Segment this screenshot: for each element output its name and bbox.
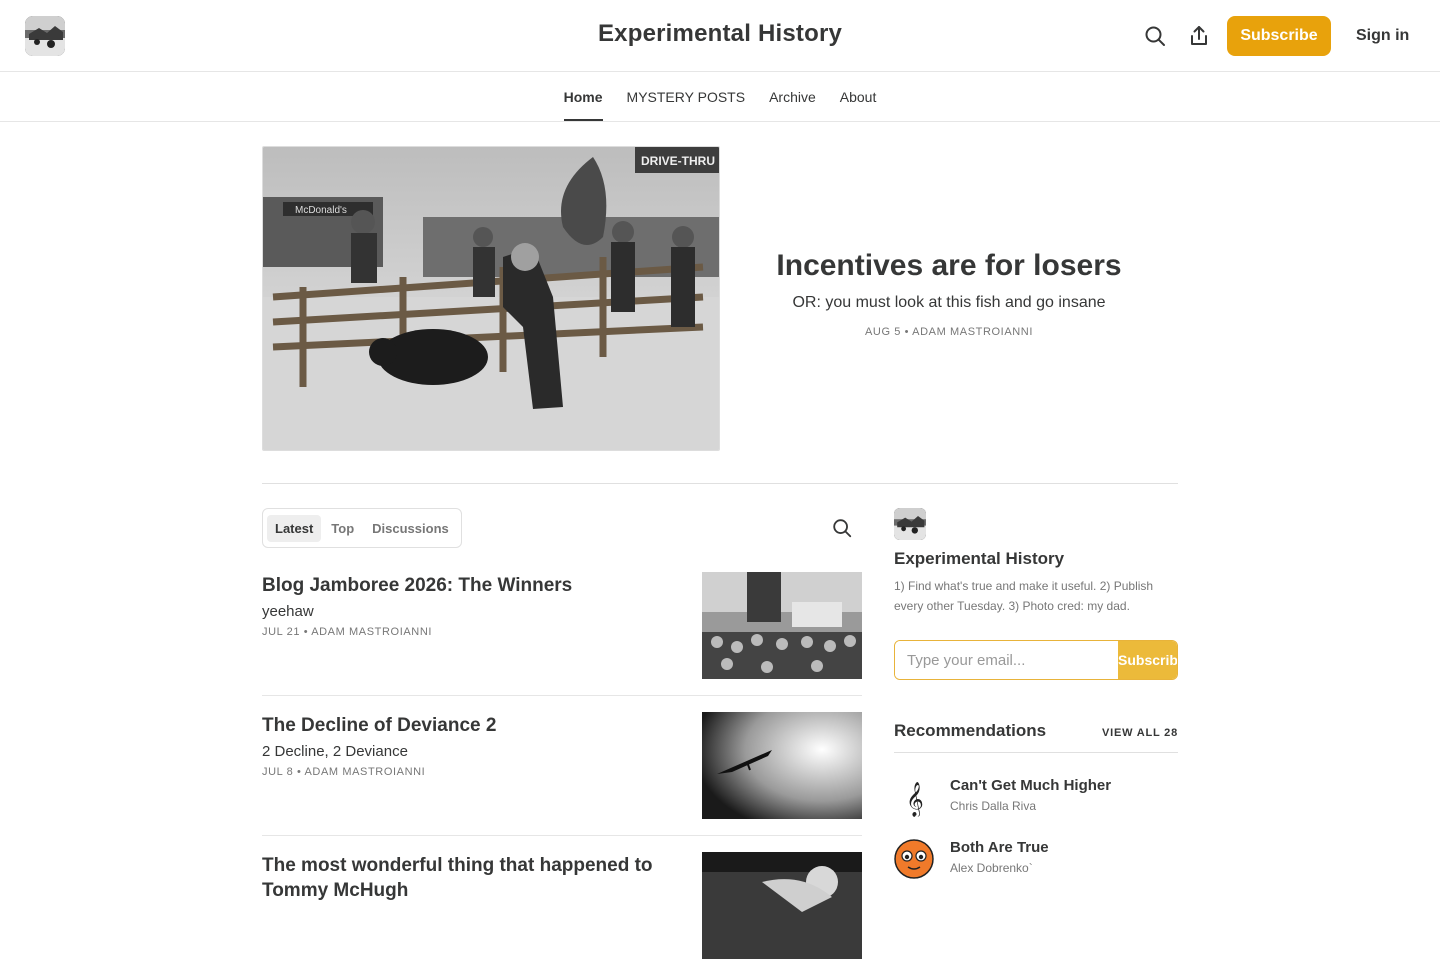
recommendation-name: Can't Get Much Higher [950,777,1112,794]
orange-face-icon [894,839,934,879]
post-thumbnail[interactable] [702,572,862,679]
tab-top[interactable]: Top [323,515,362,542]
post-item: Blog Jamboree 2026: The Winners yeehaw J… [262,572,862,679]
mcdonalds-sign-text: McDonald's [295,205,347,216]
tab-latest[interactable]: Latest [267,514,322,542]
sidebar-subscribe-form: Subscribe [894,640,1178,680]
treble-clef-icon: 𝄞 [894,777,934,817]
email-input[interactable] [895,641,1118,679]
nav-item-about[interactable]: About [840,73,877,121]
post-title[interactable]: The Decline of Deviance 2 [262,713,682,738]
post-separator [262,835,862,836]
post-title[interactable]: The most wonderful thing that happened t… [262,853,682,903]
search-icon[interactable] [1143,24,1167,48]
sidebar-publication-description: 1) Find what's true and make it useful. … [894,579,1154,613]
recommendation-author: Alex Dobrenko` [950,861,1033,875]
hero-post-text: Incentives are for losers OR: you must l… [720,248,1178,338]
nav-item-archive[interactable]: Archive [769,73,816,121]
recommendation-author: Chris Dalla Riva [950,799,1037,813]
post-separator [262,695,862,696]
svg-text:𝄞: 𝄞 [906,782,924,817]
recommendation-item[interactable]: 𝄞 Can't Get Much Higher Chris Dalla Riva [894,777,1178,821]
view-all-recommendations-link[interactable]: VIEW ALL 28 [1102,727,1178,739]
subscribe-button[interactable]: Subscribe [1227,16,1331,56]
recommendations-title: Recommendations [894,721,1047,740]
recommendations-header: Recommendations VIEW ALL 28 [894,721,1178,753]
hero-post-title[interactable]: Incentives are for losers [720,248,1178,284]
site-title[interactable]: Experimental History [0,20,1440,48]
sidebar-subscribe-button[interactable]: Subscribe [1118,641,1177,679]
post-item: The most wonderful thing that happened t… [262,852,862,959]
hero-post-image[interactable]: McDonald's DRIVE-THRU [262,146,720,451]
sidebar-publication-title[interactable]: Experimental History [894,549,1064,569]
nav-item-mystery-posts[interactable]: MYSTERY POSTS [627,73,746,121]
hero-post-meta: AUG 5 • ADAM MASTROIANNI [865,326,1033,338]
post-title[interactable]: Blog Jamboree 2026: The Winners [262,573,682,598]
search-posts-icon[interactable] [831,517,853,539]
section-divider [262,483,1178,484]
sign-in-link[interactable]: Sign in [1356,27,1409,45]
main-nav: Home MYSTERY POSTS Archive About [0,73,1440,122]
recommendation-item[interactable]: Both Are True Alex Dobrenko` [894,839,1178,883]
nav-item-home[interactable]: Home [563,73,603,121]
post-item: The Decline of Deviance 2 2 Decline, 2 D… [262,712,862,819]
recommendation-name: Both Are True [950,839,1049,856]
drive-thru-sign-text: DRIVE-THRU [641,154,715,168]
feed-tabs: Latest Top Discussions [262,508,462,548]
share-icon[interactable] [1187,24,1211,48]
post-thumbnail[interactable] [702,852,862,959]
top-bar: Experimental History Subscribe Sign in [0,0,1440,72]
sidebar-publication-logo[interactable] [894,508,926,540]
hero-post-subtitle[interactable]: OR: you must look at this fish and go in… [720,294,1178,312]
post-thumbnail[interactable] [702,712,862,819]
tab-discussions[interactable]: Discussions [364,515,457,542]
